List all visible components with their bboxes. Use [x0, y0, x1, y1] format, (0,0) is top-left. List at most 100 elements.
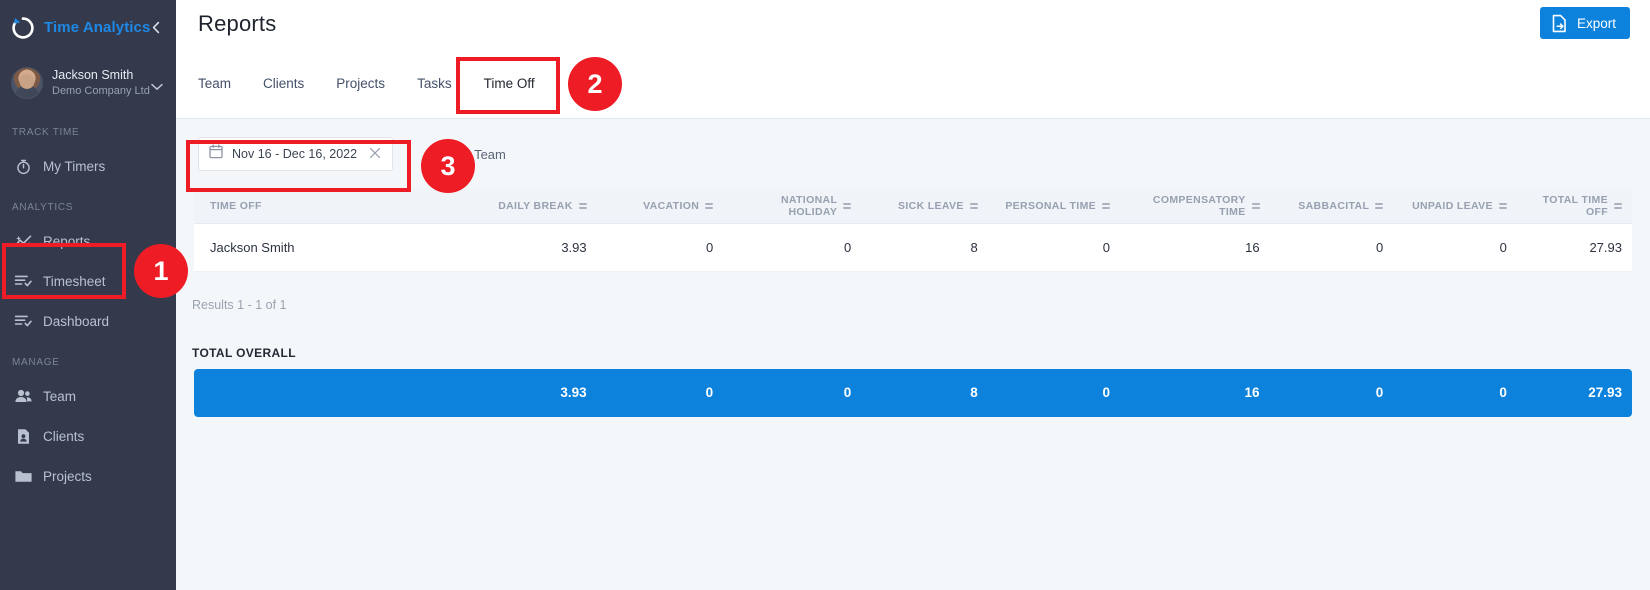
- sort-icon[interactable]: [1251, 202, 1260, 209]
- sort-icon[interactable]: [1498, 202, 1507, 209]
- sidebar-item-label: My Timers: [43, 158, 106, 174]
- time-off-table: TIME OFF DAILY BREAK VACATION NATIONAL H…: [194, 189, 1632, 272]
- total-national-holiday: 0: [723, 368, 862, 417]
- chevron-down-icon[interactable]: [151, 80, 163, 94]
- cell-sick-leave: 8: [861, 223, 988, 272]
- sidebar-item-label: Team: [43, 388, 77, 404]
- annotation-badge-3: 3: [421, 139, 475, 193]
- cell-daily-break: 3.93: [467, 223, 597, 272]
- col-header-daily-break[interactable]: DAILY BREAK: [467, 189, 597, 224]
- section-label-manage: MANAGE: [12, 357, 60, 368]
- total-overall-row: 3.93 0 0 8 0 16 0 0 27.93: [194, 368, 1632, 417]
- col-header-national-holiday[interactable]: NATIONAL HOLIDAY: [723, 189, 862, 224]
- total-personal-time: 0: [987, 368, 1121, 417]
- col-label: DAILY BREAK: [498, 199, 573, 212]
- annotation-badge-1: 1: [134, 244, 188, 298]
- sidebar-item-label: Timesheet: [43, 273, 106, 289]
- sidebar-item-my-timers[interactable]: My Timers: [0, 146, 176, 186]
- total-compensatory-time: 16: [1120, 368, 1270, 417]
- sidebar-item-label: Reports: [43, 233, 91, 249]
- tab-tasks[interactable]: Tasks: [401, 63, 468, 103]
- table-row[interactable]: Jackson Smith 3.93 0 0 8 0 16 0 0 27.93: [194, 223, 1632, 272]
- report-table-container: TIME OFF DAILY BREAK VACATION NATIONAL H…: [176, 189, 1650, 272]
- date-range-filter[interactable]: Nov 16 - Dec 16, 2022: [198, 137, 394, 171]
- cell-national-holiday: 0: [723, 223, 862, 272]
- user-account-switcher[interactable]: Jackson Smith Demo Company Ltd: [0, 55, 176, 111]
- sidebar-item-projects[interactable]: Projects: [0, 456, 176, 496]
- total-spacer: [194, 368, 468, 417]
- user-name: Jackson Smith: [52, 68, 134, 83]
- cell-member-name: Jackson Smith: [194, 223, 468, 272]
- date-range-value: Nov 16 - Dec 16, 2022: [232, 147, 358, 161]
- sidebar-item-label: Projects: [43, 468, 92, 484]
- user-company: Demo Company Ltd: [52, 84, 150, 97]
- total-unpaid-leave: 0: [1393, 368, 1517, 417]
- col-header-time-off[interactable]: TIME OFF: [194, 189, 468, 224]
- client-card-icon: [14, 427, 33, 446]
- folder-icon: [14, 467, 33, 486]
- sort-icon[interactable]: [1102, 202, 1111, 209]
- tab-projects[interactable]: Projects: [320, 63, 401, 103]
- file-export-icon: [1551, 14, 1569, 33]
- sort-icon[interactable]: [843, 202, 852, 209]
- export-button[interactable]: Export: [1539, 7, 1630, 39]
- col-label: NATIONAL HOLIDAY: [780, 193, 838, 218]
- col-label: UNPAID LEAVE: [1412, 199, 1493, 212]
- avatar: [11, 67, 43, 99]
- sort-icon[interactable]: [705, 202, 714, 209]
- cell-vacation: 0: [596, 223, 724, 272]
- col-header-total-time-off[interactable]: TOTAL TIME OFF: [1516, 189, 1632, 224]
- time-analytics-logo-icon: [10, 15, 36, 41]
- total-overall-table: 3.93 0 0 8 0 16 0 0 27.93: [194, 368, 1632, 417]
- sort-icon[interactable]: [1614, 202, 1622, 209]
- sidebar-item-dashboard[interactable]: Dashboard: [0, 301, 176, 341]
- sidebar-item-label: Clients: [43, 428, 85, 444]
- cell-total-time-off: 27.93: [1516, 223, 1632, 272]
- total-time-off: 27.93: [1516, 368, 1632, 417]
- total-daily-break: 3.93: [467, 368, 597, 417]
- col-header-unpaid-leave[interactable]: UNPAID LEAVE: [1393, 189, 1517, 224]
- stopwatch-icon: [14, 157, 33, 176]
- sidebar-item-team[interactable]: Team: [0, 376, 176, 416]
- total-overall-label: TOTAL OVERALL: [192, 345, 296, 360]
- col-label: TOTAL TIME OFF: [1542, 193, 1608, 218]
- col-header-sick-leave[interactable]: SICK LEAVE: [861, 189, 988, 224]
- sidebar-item-label: Dashboard: [43, 313, 110, 329]
- tab-time-off[interactable]: Time Off: [468, 63, 551, 103]
- col-label: SICK LEAVE: [898, 199, 964, 212]
- calendar-icon: [209, 144, 223, 164]
- total-vacation: 0: [596, 368, 724, 417]
- page-title: Reports: [198, 11, 277, 36]
- dashboard-lines-icon: [14, 312, 33, 331]
- col-header-personal-time[interactable]: PERSONAL TIME: [987, 189, 1121, 224]
- sidebar-item-clients[interactable]: Clients: [0, 416, 176, 456]
- analytics-chart-icon: [14, 232, 33, 251]
- tab-team[interactable]: Team: [198, 63, 247, 103]
- filter-bar: Nov 16 - Dec 16, 2022 Team: [176, 119, 1650, 189]
- people-icon: [14, 387, 33, 406]
- col-label: SABBACITAL: [1298, 199, 1370, 212]
- sort-icon[interactable]: [1375, 202, 1384, 209]
- sidebar-collapse-icon[interactable]: [144, 15, 168, 39]
- sort-icon[interactable]: [578, 202, 587, 209]
- col-header-compensatory-time[interactable]: COMPENSATORY TIME: [1120, 189, 1270, 224]
- tab-clients[interactable]: Clients: [247, 63, 320, 103]
- team-filter-label: Team: [474, 146, 506, 162]
- section-label-analytics: ANALYTICS: [12, 202, 74, 213]
- col-header-sabbacital[interactable]: SABBACITAL: [1269, 189, 1394, 224]
- close-icon[interactable]: [366, 146, 384, 162]
- col-label: VACATION: [643, 199, 700, 212]
- cell-personal-time: 0: [987, 223, 1121, 272]
- sort-icon[interactable]: [969, 202, 978, 209]
- table-header-row: TIME OFF DAILY BREAK VACATION NATIONAL H…: [194, 189, 1632, 224]
- main-content: Reports Export Team Clients Projects Tas…: [176, 0, 1650, 590]
- cell-compensatory-time: 16: [1120, 223, 1270, 272]
- col-label: PERSONAL TIME: [1005, 199, 1097, 212]
- export-label: Export: [1576, 15, 1616, 31]
- total-sabbacital: 0: [1269, 368, 1394, 417]
- col-header-vacation[interactable]: VACATION: [596, 189, 724, 224]
- timesheet-check-icon: [14, 272, 33, 291]
- annotation-badge-2: 2: [568, 57, 622, 111]
- total-sick-leave: 8: [861, 368, 988, 417]
- topbar: Reports Export: [176, 0, 1650, 48]
